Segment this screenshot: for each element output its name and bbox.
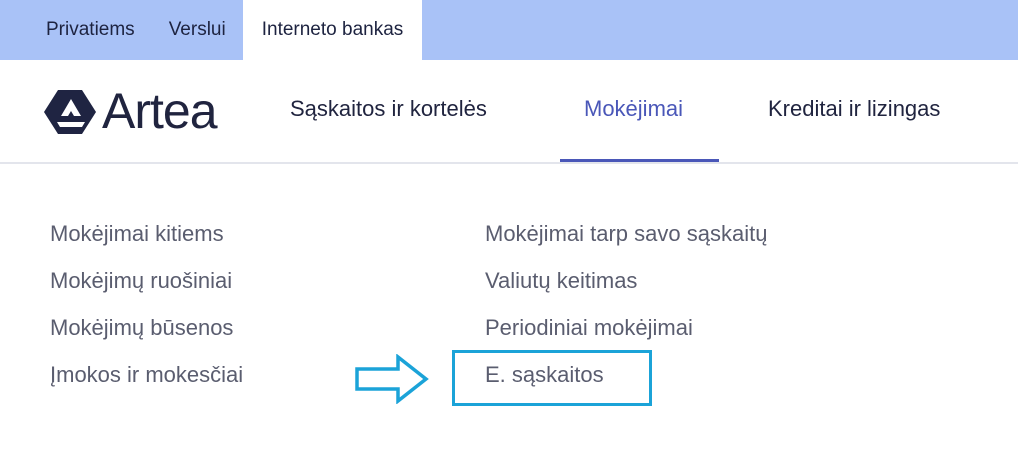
menu-mokejimai-tarp-savo-saskaitu[interactable]: Mokėjimai tarp savo sąskaitų bbox=[485, 221, 767, 247]
menu-periodiniai-mokejimai[interactable]: Periodiniai mokėjimai bbox=[485, 315, 693, 341]
menu-mokejimai-kitiems[interactable]: Mokėjimai kitiems bbox=[50, 221, 224, 247]
tab-privatiems[interactable]: Privatiems bbox=[0, 0, 152, 60]
nav-saskaitos-ir-korteles[interactable]: Sąskaitos ir kortelės bbox=[290, 96, 487, 122]
menu-valiutu-keitimas[interactable]: Valiutų keitimas bbox=[485, 268, 637, 294]
artea-logo-icon bbox=[44, 90, 96, 134]
top-bar: Privatiems Verslui Interneto bankas bbox=[0, 0, 1018, 60]
highlight-box bbox=[452, 350, 652, 406]
tab-verslui[interactable]: Verslui bbox=[152, 0, 243, 60]
tab-interneto-bankas[interactable]: Interneto bankas bbox=[242, 0, 423, 60]
nav-mokejimai[interactable]: Mokėjimai bbox=[584, 96, 683, 122]
logo-text: Artea bbox=[102, 83, 218, 139]
menu-imokos-ir-mokesciai[interactable]: Įmokos ir mokesčiai bbox=[50, 362, 243, 388]
arrow-right-icon bbox=[355, 354, 429, 404]
logo[interactable]: Artea bbox=[44, 83, 218, 139]
menu-mokejimu-busenos[interactable]: Mokėjimų būsenos bbox=[50, 315, 233, 341]
menu-mokejimu-ruosiniai[interactable]: Mokėjimų ruošiniai bbox=[50, 268, 232, 294]
nav-kreditai-ir-lizingas[interactable]: Kreditai ir lizingas bbox=[768, 96, 940, 122]
main-nav: Artea Sąskaitos ir kortelės Mokėjimai Kr… bbox=[0, 60, 1018, 164]
active-nav-underline bbox=[560, 159, 719, 162]
